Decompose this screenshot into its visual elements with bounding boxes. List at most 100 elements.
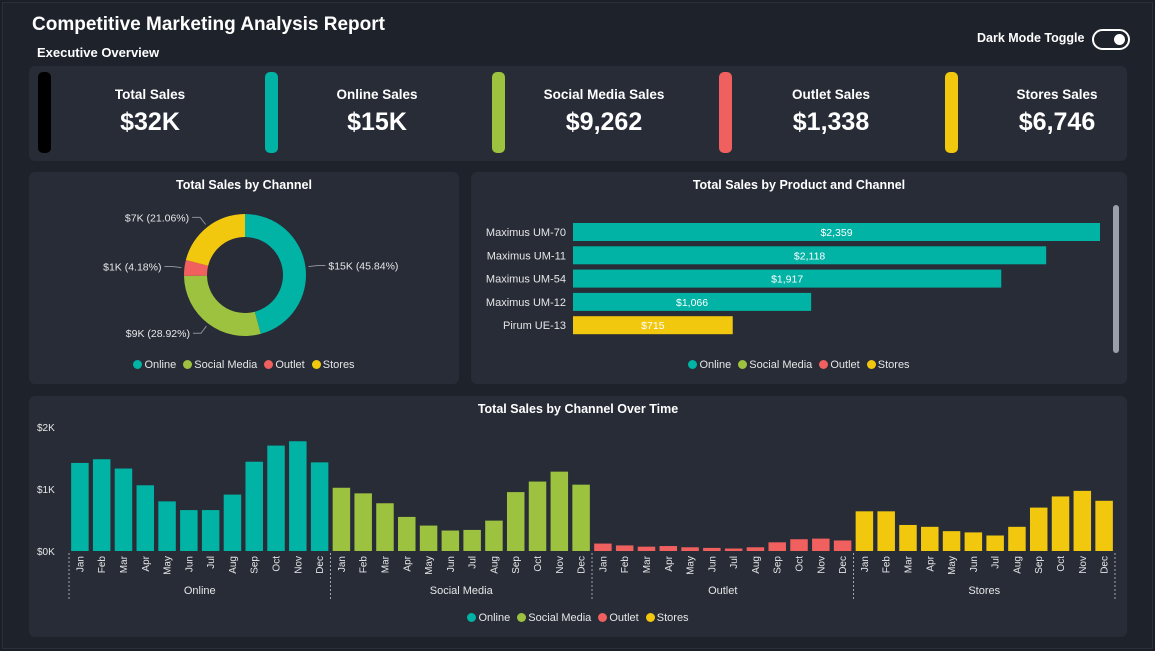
month-tick-label: Dec xyxy=(315,556,326,574)
month-tick-label: Jul xyxy=(468,556,479,569)
kpi-value: $1,338 xyxy=(792,108,870,136)
legend-item-online[interactable]: Online xyxy=(133,359,176,371)
product-bar-chart[interactable]: Maximus UM-70 $2,359 Maximus UM-11 $2,118 Ma… xyxy=(471,200,1127,370)
kpi-value: $15K xyxy=(347,108,407,136)
donut-slice-social-media xyxy=(184,275,261,336)
legend-item-outlet[interactable]: Outlet xyxy=(598,612,639,624)
kpi-card-social-media-sales[interactable]: Social Media Sales $9,262 xyxy=(483,66,703,161)
kpi-card-outlet-sales[interactable]: Outlet Sales $1,338 xyxy=(710,66,930,161)
month-tick-label: May xyxy=(686,556,697,575)
legend-item-stores[interactable]: Stores xyxy=(866,359,910,371)
legend-item-stores[interactable]: Stores xyxy=(645,612,689,624)
kpi-card-stores-sales[interactable]: Stores Sales $6,746 xyxy=(936,66,1155,161)
legend-label: Stores xyxy=(877,359,910,371)
product-bar-value: $1,066 xyxy=(676,297,708,309)
time-bar-online xyxy=(245,461,263,551)
kpi-label: Social Media Sales xyxy=(543,87,665,102)
time-bar-online xyxy=(201,510,220,551)
kpi-color-bar xyxy=(945,72,958,153)
legend-item-online[interactable]: Online xyxy=(467,612,510,624)
time-bar-social-media xyxy=(332,487,351,551)
legend-item-outlet[interactable]: Outlet xyxy=(819,359,860,371)
month-tick-label: Oct xyxy=(533,556,544,572)
month-tick-label: Jun xyxy=(969,556,980,572)
time-bar-outlet xyxy=(768,542,786,551)
month-tick-label: Jun xyxy=(184,556,195,572)
donut-data-label: $7K (21.06%) xyxy=(125,212,189,224)
kpi-label: Stores Sales xyxy=(1016,87,1098,102)
product-label: Maximus UM-11 xyxy=(487,250,566,262)
legend-dot xyxy=(517,613,527,622)
month-tick-label: Aug xyxy=(1012,556,1023,574)
time-bar-social-media xyxy=(528,481,547,551)
month-tick-label: Mar xyxy=(380,555,391,573)
month-tick-label: Mar xyxy=(119,555,130,573)
month-tick-label: Sep xyxy=(250,556,261,574)
product-bar-value: $715 xyxy=(641,320,665,332)
product-bar-value: $2,118 xyxy=(794,250,825,262)
legend-item-social-media[interactable]: Social Media xyxy=(183,359,257,371)
month-tick-label: Feb xyxy=(97,556,108,574)
month-tick-label: Apr xyxy=(141,555,152,571)
month-tick-label: Sep xyxy=(1034,556,1045,574)
time-bar-online xyxy=(180,510,198,551)
time-bar-social-media xyxy=(485,520,503,551)
time-bar-stores xyxy=(877,511,895,551)
legend-label: Social Media xyxy=(528,612,592,624)
time-bar-stores xyxy=(921,526,939,551)
kpi-color-bar xyxy=(492,72,505,153)
kpi-label: Outlet Sales xyxy=(791,87,871,102)
product-label: Maximus UM-12 xyxy=(486,297,566,309)
legend-dot xyxy=(738,360,748,369)
time-bar-stores xyxy=(986,535,1004,551)
donut-chart-title: Total Sales by Channel xyxy=(176,178,312,192)
legend-dot xyxy=(133,360,143,369)
legend-dot xyxy=(598,613,608,622)
legend-label: Outlet xyxy=(275,359,305,371)
chart-scrollbar[interactable] xyxy=(1113,205,1119,353)
donut-data-label: $15K (45.84%) xyxy=(328,260,398,272)
legend-item-social-media[interactable]: Social Media xyxy=(738,359,812,371)
month-tick-label: Apr xyxy=(402,555,413,571)
legend-item-outlet[interactable]: Outlet xyxy=(264,359,305,371)
legend-item-stores[interactable]: Stores xyxy=(311,359,355,371)
donut-data-label: $1K (4.18%) xyxy=(103,262,161,274)
legend-dot xyxy=(819,360,829,369)
legend-label: Social Media xyxy=(194,359,258,371)
month-tick-label: Jul xyxy=(729,556,740,569)
time-bar-stores xyxy=(899,524,917,551)
donut-leader-line xyxy=(164,266,182,269)
time-bar-social-media xyxy=(463,529,481,551)
time-bar-stores xyxy=(855,511,874,551)
month-tick-label: Mar xyxy=(903,555,914,573)
kpi-card-total-sales[interactable]: Total Sales $32K xyxy=(29,66,249,161)
kpi-cards-row: Total Sales $32K Online Sales $15K Socia… xyxy=(29,66,1127,161)
legend-item-social-media[interactable]: Social Media xyxy=(517,612,591,624)
dark-mode-toggle[interactable] xyxy=(1092,29,1130,50)
donut-chart[interactable]: $15K (45.84%) $9K (28.92%) $1K (4.18%) $7K … xyxy=(29,194,459,374)
month-tick-label: Jan xyxy=(337,556,348,572)
kpi-card-online-sales[interactable]: Online Sales $15K xyxy=(256,66,476,161)
month-tick-label: Nov xyxy=(816,556,827,574)
month-tick-label: Feb xyxy=(359,556,370,574)
time-bar-stores xyxy=(1008,526,1026,551)
sales-by-channel-panel: Total Sales by Channel $15K (45.84%) $9K … xyxy=(29,172,459,384)
legend-dot xyxy=(645,613,655,622)
time-bar-online xyxy=(136,485,155,551)
legend-label: Online xyxy=(144,359,177,371)
time-bar-chart[interactable]: $0K $1K $2K Jan Feb Mar Apr May Jun Jul Aug Sep Oct N… xyxy=(29,418,1127,628)
month-tick-label: Dec xyxy=(838,556,849,574)
donut-leader-line xyxy=(192,325,207,334)
month-tick-label: Jan xyxy=(75,556,86,572)
month-tick-label: Jan xyxy=(598,556,609,572)
time-bar-stores xyxy=(942,531,961,551)
product-label: Maximus UM-70 xyxy=(486,227,566,239)
month-tick-label: Mar xyxy=(642,555,653,573)
time-bar-online xyxy=(289,441,307,551)
legend-label: Online xyxy=(699,359,732,371)
time-bar-outlet xyxy=(703,547,721,551)
time-bar-social-media xyxy=(419,525,438,551)
kpi-value: $9,262 xyxy=(565,108,643,136)
legend-item-online[interactable]: Online xyxy=(688,359,731,371)
legend-label: Stores xyxy=(656,612,689,624)
